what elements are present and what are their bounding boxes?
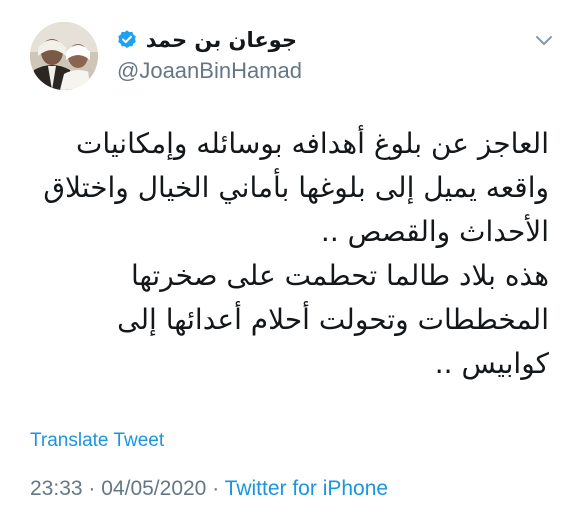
tweet-metadata: 23:33 · 04/05/2020 · Twitter for iPhone	[30, 477, 388, 501]
tweet-text-line: الأحداث والقصص ..	[320, 215, 549, 248]
tweet-text: العاجز عن بلوغ أهدافه بوسائله وإمكانيات …	[29, 122, 549, 386]
meta-separator: ·	[212, 477, 220, 500]
tweet-text-line: المخططات وتحولت أحلام أعدائها إلى	[117, 303, 549, 336]
translate-tweet-link[interactable]: Translate Tweet	[30, 430, 164, 452]
meta-separator: ·	[88, 477, 96, 500]
tweet-text-line: كوابيس ..	[434, 347, 549, 380]
tweet-card: جوعان بن حمد @JoaanBinHamad العاجز عن بل…	[0, 0, 579, 520]
display-name: جوعان بن حمد	[145, 28, 297, 52]
tweet-source-link[interactable]: Twitter for iPhone	[225, 477, 388, 500]
chevron-down-icon[interactable]	[533, 32, 555, 50]
tweet-text-line: هذه بلاد طالما تحطمت على صخرتها	[130, 259, 549, 292]
author-name-row[interactable]: جوعان بن حمد	[116, 24, 297, 56]
avatar-photo	[30, 22, 98, 90]
tweet-text-line: واقعه يميل إلى بلوغها بأماني الخيال واخت…	[43, 171, 549, 204]
avatar[interactable]	[30, 22, 98, 90]
tweet-text-line: العاجز عن بلوغ أهدافه بوسائله وإمكانيات	[75, 127, 549, 160]
tweet-time[interactable]: 23:33	[30, 477, 83, 500]
user-handle[interactable]: @JoaanBinHamad	[117, 58, 302, 84]
tweet-date[interactable]: 04/05/2020	[101, 477, 206, 500]
verified-badge-icon	[117, 30, 136, 48]
